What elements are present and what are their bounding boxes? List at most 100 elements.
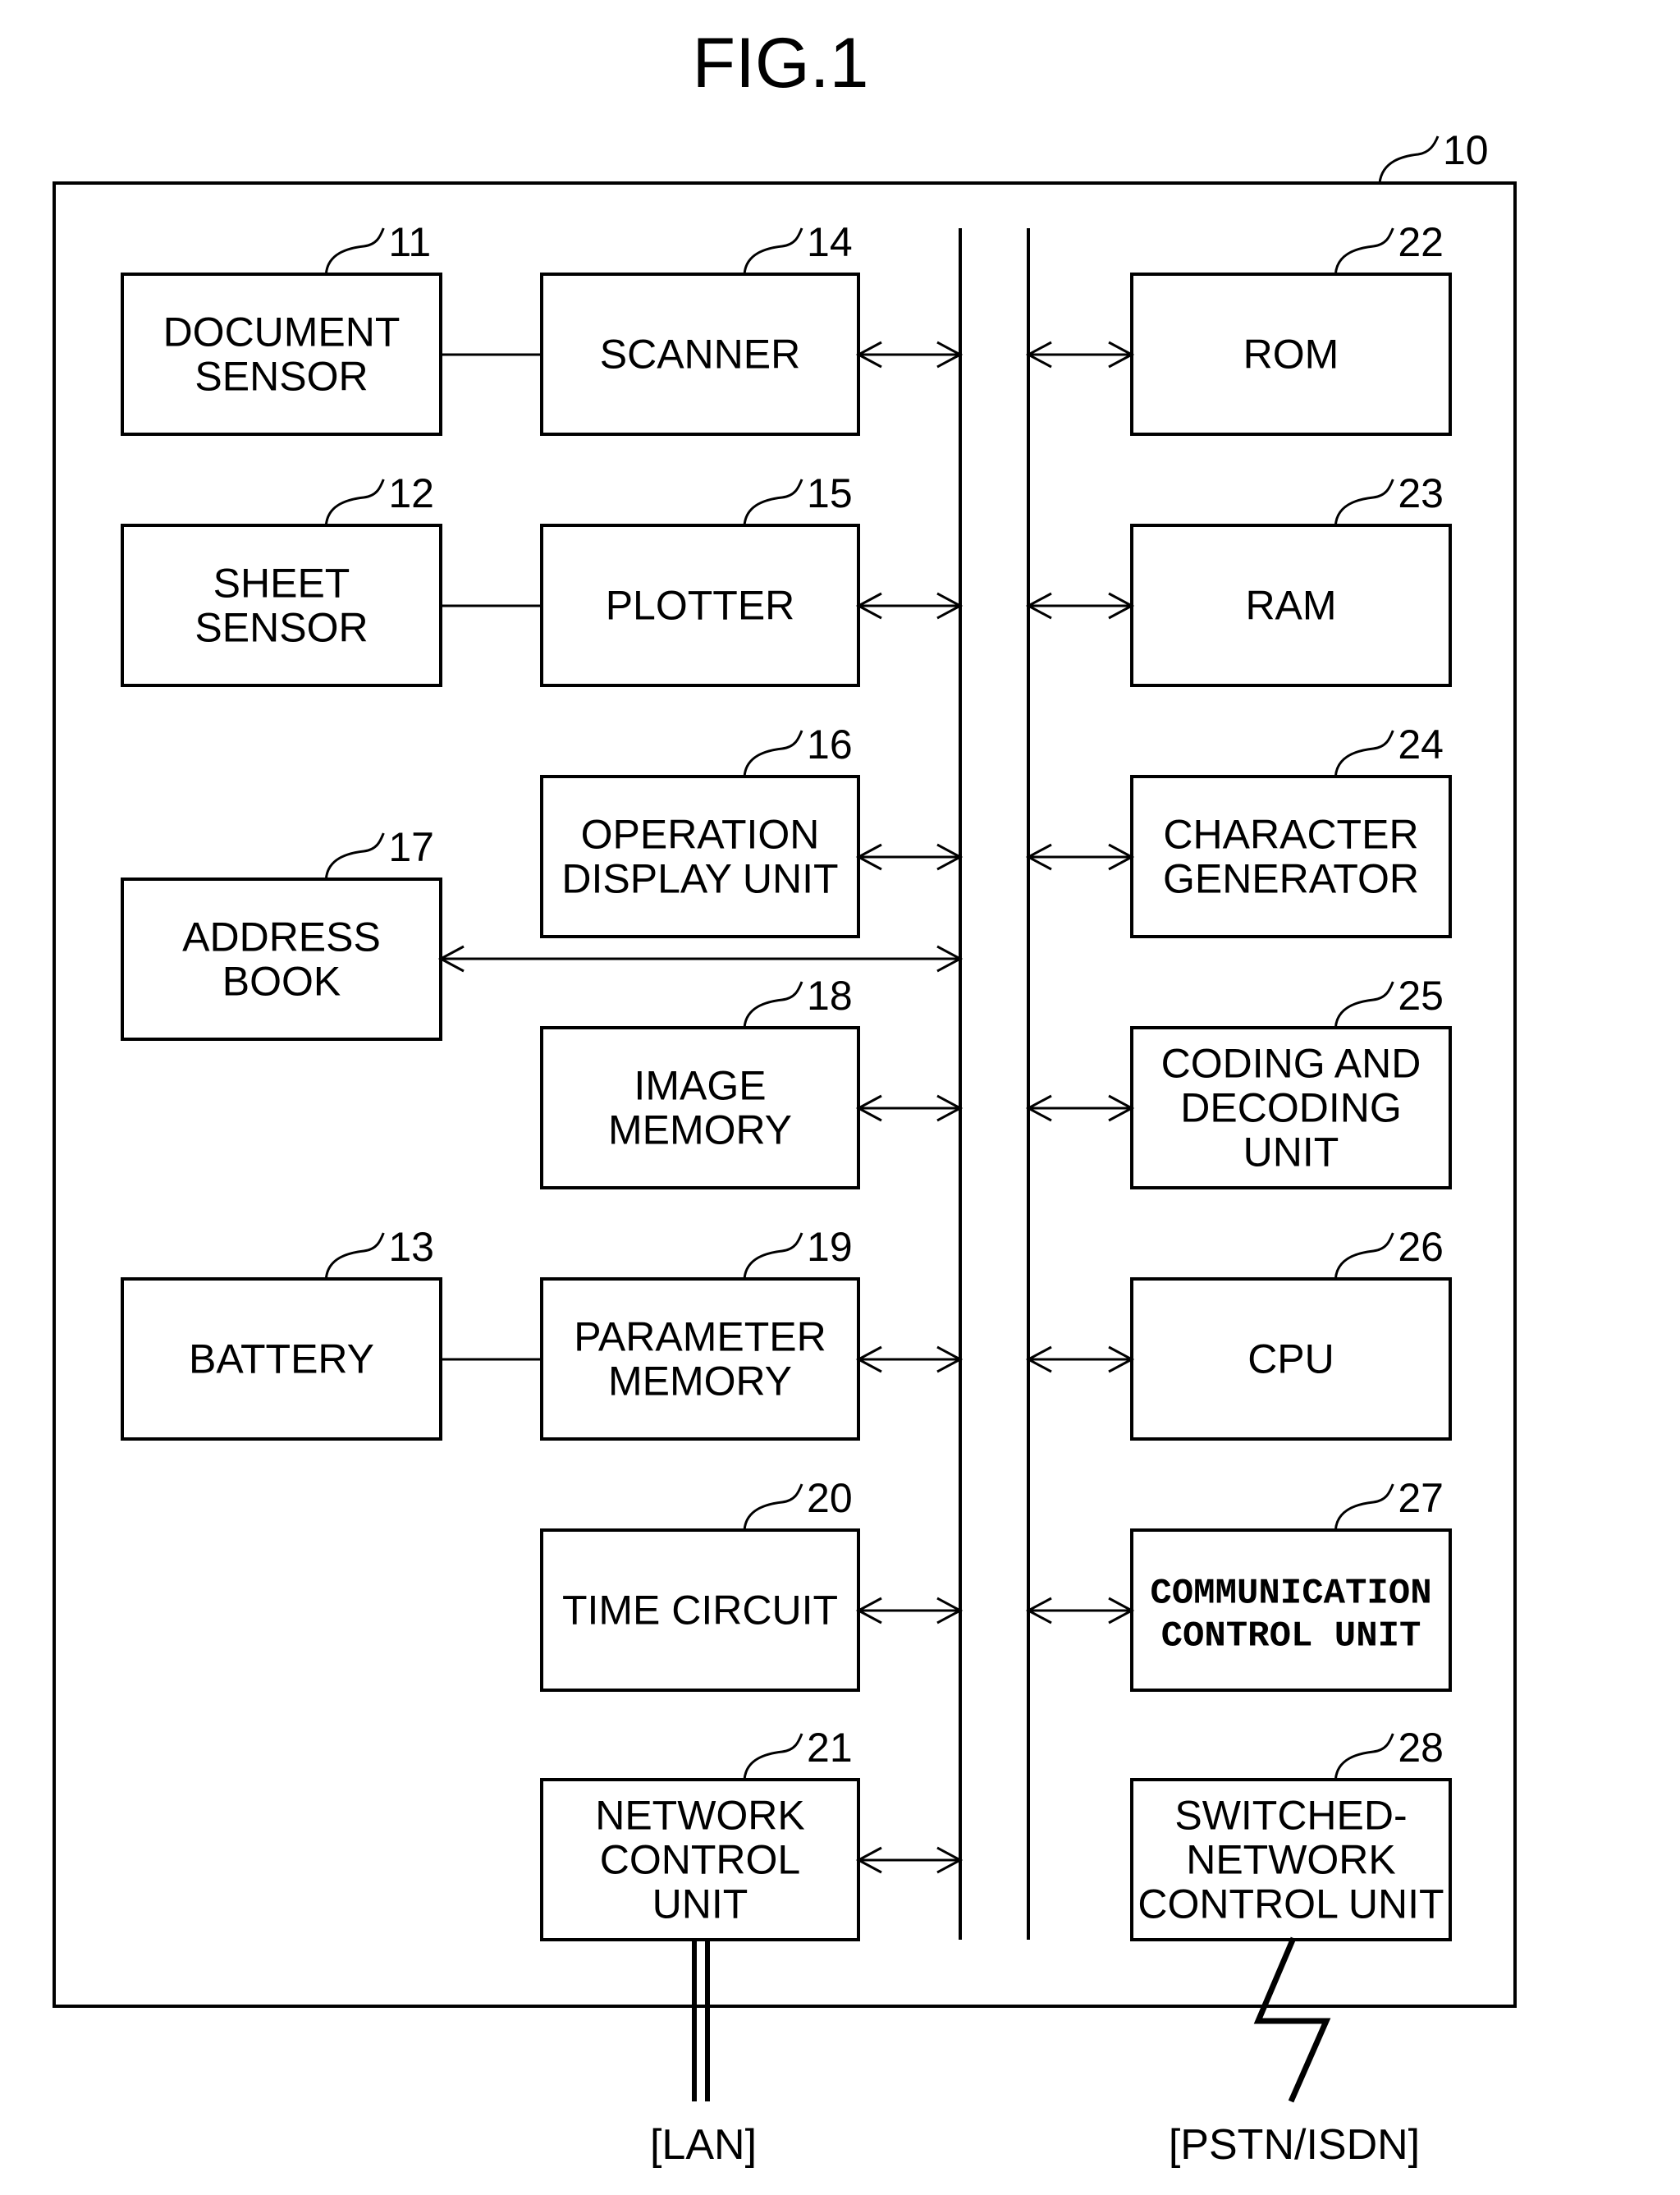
time-circuit-block: TIME CIRCUIT 20	[540, 1475, 860, 1692]
battery-ref-numeral: 13	[388, 1224, 434, 1270]
coding-and-decoding-unit-ref-numeral: 25	[1398, 973, 1444, 1019]
time-circuit-label-line: TIME CIRCUIT	[562, 1588, 838, 1634]
switched-network-control-unit-label-line: NETWORK	[1186, 1837, 1396, 1883]
coding-and-decoding-unit-label-line: CODING AND	[1161, 1041, 1421, 1087]
device-ref-numeral: 10	[1443, 127, 1489, 173]
operation-display-unit-label-line: DISPLAY UNIT	[561, 856, 838, 902]
character-generator-block: CHARACTERGENERATOR 24	[1130, 722, 1452, 938]
sheet-sensor-block: SHEETSENSOR 12	[121, 470, 442, 687]
image-memory-label-line: IMAGE	[634, 1063, 766, 1109]
network-control-unit-block: NETWORKCONTROLUNIT 21	[540, 1725, 860, 1941]
network-control-unit-bus-arrow	[855, 1846, 964, 1874]
address-book-block: ADDRESSBOOK 17	[121, 824, 442, 1041]
rom-ref-leader	[1334, 227, 1394, 275]
communication-control-unit-ref-leader	[1334, 1483, 1394, 1531]
block-diagram: FIG.1 10 SCANNER 14 PLOTTER 15 OPERATIONDISP…	[53, 24, 1517, 2169]
scanner-ref-leader	[743, 227, 803, 275]
parameter-memory-label-line: PARAMETER	[574, 1314, 826, 1360]
ram-ref-numeral: 23	[1398, 470, 1444, 516]
sheet-sensor-ref-numeral: 12	[388, 470, 434, 516]
plotter-block: PLOTTER 15	[540, 470, 860, 687]
switched-network-control-unit-label-line: SWITCHED-	[1174, 1793, 1407, 1839]
plotter-bus-arrow	[855, 592, 964, 620]
address-book-ref-leader	[324, 832, 385, 880]
image-memory-label-line: MEMORY	[608, 1107, 792, 1153]
address-book-bus-arrow	[437, 945, 964, 973]
time-circuit-ref-numeral: 20	[807, 1475, 853, 1521]
lan-label: [LAN]	[650, 2121, 757, 2169]
communication-control-unit-block: COMMUNICATIONCONTROL UNIT 27	[1130, 1475, 1452, 1692]
communication-control-unit-bus-arrow	[1025, 1597, 1135, 1624]
character-generator-label-line: GENERATOR	[1163, 856, 1419, 902]
figure-title: FIG.1	[692, 24, 868, 103]
operation-display-unit-bus-arrow	[855, 843, 964, 871]
network-control-unit-label-line: NETWORK	[595, 1793, 805, 1839]
rom-bus-arrow	[1025, 341, 1135, 369]
network-control-unit-ref-numeral: 21	[807, 1725, 853, 1771]
cpu-label-line: CPU	[1247, 1336, 1334, 1382]
cpu-ref-leader	[1334, 1232, 1394, 1280]
switched-network-control-unit-block: SWITCHED-NETWORKCONTROL UNIT 28	[1130, 1725, 1452, 1941]
address-book-ref-numeral: 17	[388, 824, 434, 870]
rom-label-line: ROM	[1243, 332, 1339, 378]
parameter-memory-label-line: MEMORY	[608, 1359, 792, 1405]
pstn-isdn-label: [PSTN/ISDN]	[1169, 2121, 1420, 2169]
image-memory-ref-leader	[743, 981, 803, 1029]
operation-display-unit-ref-leader	[743, 730, 803, 777]
plotter-ref-leader	[743, 479, 803, 526]
image-memory-ref-numeral: 18	[807, 973, 853, 1019]
character-generator-ref-leader	[1334, 730, 1394, 777]
character-generator-label-line: CHARACTER	[1163, 812, 1418, 858]
communication-control-unit-ref-numeral: 27	[1398, 1475, 1444, 1521]
time-circuit-bus-arrow	[855, 1597, 964, 1624]
coding-and-decoding-unit-label-line: DECODING	[1180, 1085, 1401, 1131]
coding-and-decoding-unit-ref-leader	[1334, 981, 1394, 1029]
switched-network-control-unit-ref-leader	[1334, 1733, 1394, 1780]
document-sensor-block: DOCUMENTSENSOR 11	[121, 219, 442, 436]
cpu-block: CPU 26	[1130, 1224, 1452, 1441]
network-control-unit-ref-leader	[743, 1733, 803, 1780]
image-memory-bus-arrow	[855, 1094, 964, 1122]
operation-display-unit-label-line: OPERATION	[581, 812, 820, 858]
character-generator-bus-arrow	[1025, 843, 1135, 871]
coding-and-decoding-unit-bus-arrow	[1025, 1094, 1135, 1122]
ram-ref-leader	[1334, 479, 1394, 526]
operation-display-unit-block: OPERATIONDISPLAY UNIT 16	[540, 722, 860, 938]
parameter-memory-ref-leader	[743, 1232, 803, 1280]
ram-bus-arrow	[1025, 592, 1135, 620]
plotter-ref-numeral: 15	[807, 470, 853, 516]
battery-label-line: BATTERY	[189, 1336, 374, 1382]
scanner-bus-arrow	[855, 341, 964, 369]
image-memory-block: IMAGEMEMORY 18	[540, 973, 860, 1189]
parameter-memory-block: PARAMETERMEMORY 19	[540, 1224, 860, 1441]
ram-label-line: RAM	[1245, 583, 1336, 629]
sheet-sensor-ref-leader	[324, 479, 385, 526]
network-control-unit-label-line: CONTROL	[600, 1837, 800, 1883]
sheet-sensor-label-line: SHEET	[213, 561, 350, 607]
rom-ref-numeral: 22	[1398, 219, 1444, 265]
scanner-ref-numeral: 14	[807, 219, 853, 265]
coding-and-decoding-unit-label-line: UNIT	[1243, 1130, 1339, 1175]
document-sensor-ref-leader	[324, 227, 385, 275]
address-book-label-line: BOOK	[222, 959, 341, 1005]
time-circuit-ref-leader	[743, 1483, 803, 1531]
address-book-label-line: ADDRESS	[182, 914, 381, 960]
cpu-bus-arrow	[1025, 1345, 1135, 1373]
character-generator-ref-numeral: 24	[1398, 722, 1444, 768]
switched-network-control-unit-label-line: CONTROL UNIT	[1138, 1881, 1444, 1927]
coding-and-decoding-unit-block: CODING ANDDECODINGUNIT 25	[1130, 973, 1452, 1189]
document-sensor-ref-numeral: 11	[388, 219, 431, 265]
operation-display-unit-ref-numeral: 16	[807, 722, 853, 768]
parameter-memory-ref-numeral: 19	[807, 1224, 853, 1270]
sheet-sensor-label-line: SENSOR	[195, 605, 368, 651]
scanner-label-line: SCANNER	[600, 332, 800, 378]
communication-control-unit-label-line: CONTROL UNIT	[1161, 1616, 1421, 1657]
ram-block: RAM 23	[1130, 470, 1452, 687]
scanner-block: SCANNER 14	[540, 219, 860, 436]
rom-block: ROM 22	[1130, 219, 1452, 436]
communication-control-unit-label-line: COMMUNICATION	[1150, 1574, 1431, 1615]
switched-network-control-unit-ref-numeral: 28	[1398, 1725, 1444, 1771]
battery-ref-leader	[324, 1232, 385, 1280]
plotter-label-line: PLOTTER	[606, 583, 795, 629]
device-ref-leader	[1378, 135, 1440, 184]
